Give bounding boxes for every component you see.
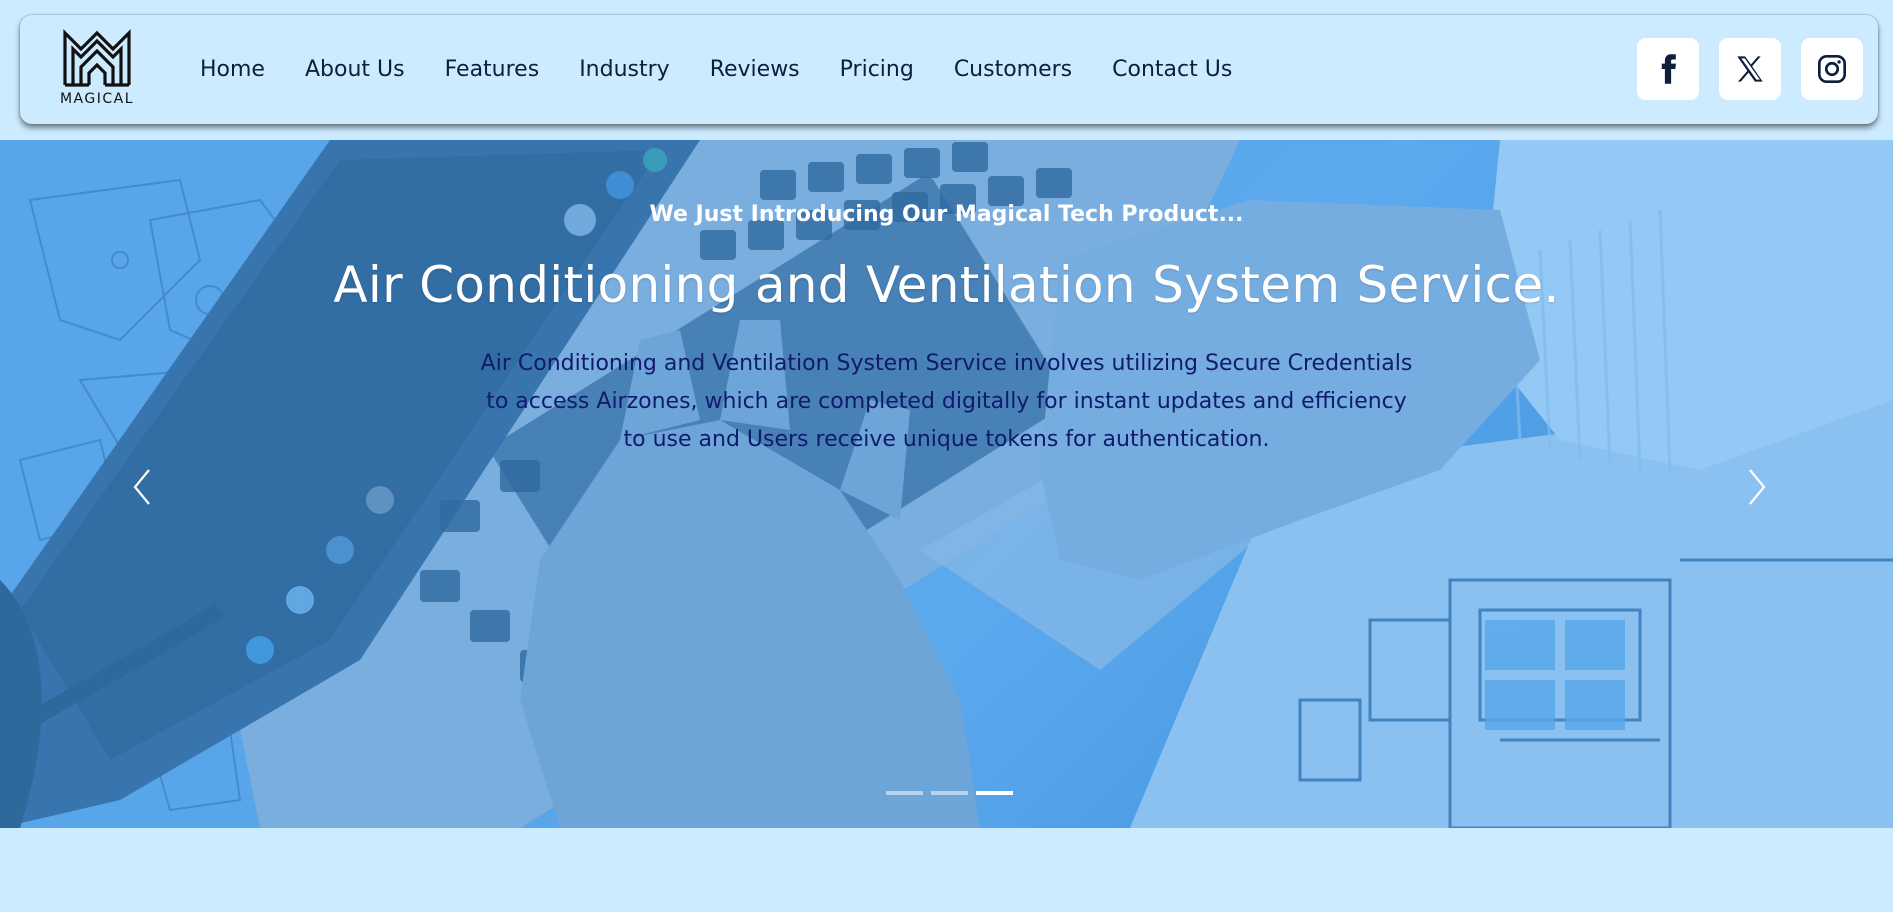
nav-item-features: Features <box>445 57 540 82</box>
brand-logo[interactable]: MAGICAL <box>58 27 136 113</box>
main-nav: Home About Us Features Industry Reviews … <box>200 15 1272 124</box>
nav-link-reviews[interactable]: Reviews <box>710 57 800 82</box>
nav-item-reviews: Reviews <box>710 57 800 82</box>
hero-eyebrow: We Just Introducing Our Magical Tech Pro… <box>649 202 1244 227</box>
x-twitter-icon <box>1737 56 1763 82</box>
carousel-indicator-1[interactable] <box>886 791 923 795</box>
x-twitter-button[interactable] <box>1719 38 1781 100</box>
nav-link-about-us[interactable]: About Us <box>305 57 405 82</box>
carousel-prev-button[interactable] <box>122 462 162 512</box>
hero-description: Air Conditioning and Ventilation System … <box>480 351 1413 452</box>
nav-link-features[interactable]: Features <box>445 57 540 82</box>
nav-link-customers[interactable]: Customers <box>954 57 1072 82</box>
nav-link-contact-us[interactable]: Contact Us <box>1112 57 1232 82</box>
instagram-button[interactable] <box>1801 38 1863 100</box>
instagram-icon <box>1818 55 1846 83</box>
chevron-left-icon <box>133 469 150 505</box>
magical-logo-icon <box>63 29 131 87</box>
site-header: MAGICAL Home About Us Features Industry … <box>20 15 1878 124</box>
nav-link-pricing[interactable]: Pricing <box>840 57 914 82</box>
facebook-icon <box>1661 54 1676 84</box>
carousel-indicator-3[interactable] <box>976 791 1013 795</box>
carousel-indicator-2[interactable] <box>931 791 968 795</box>
chevron-right-icon <box>1749 469 1766 505</box>
nav-item-customers: Customers <box>954 57 1072 82</box>
carousel-indicators <box>886 791 1021 795</box>
brand-name: MAGICAL <box>59 91 135 107</box>
nav-item-industry: Industry <box>579 57 670 82</box>
carousel-next-button[interactable] <box>1737 462 1777 512</box>
hero-title: Air Conditioning and Ventilation System … <box>333 256 1560 314</box>
hero-carousel: We Just Introducing Our Magical Tech Pro… <box>0 140 1893 828</box>
nav-link-industry[interactable]: Industry <box>579 57 670 82</box>
nav-link-home[interactable]: Home <box>200 57 265 82</box>
nav-item-pricing: Pricing <box>840 57 914 82</box>
hero-overlay <box>0 140 1893 828</box>
social-links <box>1637 38 1878 100</box>
nav-item-home: Home <box>200 57 265 82</box>
facebook-button[interactable] <box>1637 38 1699 100</box>
nav-item-contact-us: Contact Us <box>1112 57 1232 82</box>
nav-item-about-us: About Us <box>305 57 405 82</box>
